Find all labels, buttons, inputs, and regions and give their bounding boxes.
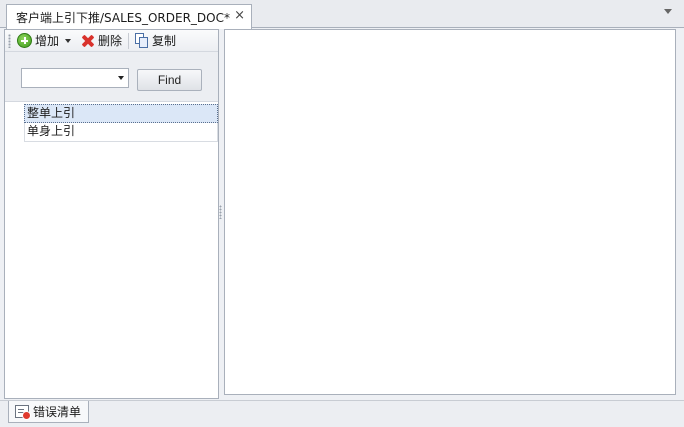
error-list-icon	[15, 405, 31, 420]
add-button[interactable]: 增加	[15, 31, 73, 51]
list-item[interactable]: 单身上引	[24, 123, 218, 142]
add-button-label: 增加	[35, 34, 60, 48]
search-area: Find	[5, 52, 218, 102]
copy-button[interactable]: 复制	[133, 31, 178, 51]
error-list-tab[interactable]: 错误清单	[8, 401, 89, 423]
toolbar: 增加 删除 复制	[5, 30, 218, 52]
copy-icon	[135, 33, 149, 48]
x-icon	[81, 34, 95, 48]
filter-combobox[interactable]	[21, 68, 129, 88]
delete-button[interactable]: 删除	[79, 31, 124, 51]
document-tab-strip: 客户端上引下推/SALES_ORDER_DOC* ×	[0, 0, 684, 29]
plus-circle-icon	[17, 33, 32, 48]
toolbar-separator	[128, 32, 130, 49]
copy-button-label: 复制	[152, 34, 177, 48]
chevron-down-icon[interactable]	[65, 38, 72, 43]
detail-panel	[224, 29, 676, 395]
splitter-handle[interactable]	[219, 205, 222, 219]
list-item[interactable]: 整单上引	[24, 104, 218, 123]
close-icon[interactable]: ×	[234, 8, 245, 23]
bottom-dock-bar: 错误清单	[0, 400, 684, 427]
delete-button-label: 删除	[98, 34, 123, 48]
document-tab-title: 客户端上引下推/SALES_ORDER_DOC*	[16, 10, 230, 25]
document-tab[interactable]: 客户端上引下推/SALES_ORDER_DOC* ×	[6, 4, 252, 29]
left-panel: 增加 删除 复制 Find 整单上引 单身上引	[4, 29, 219, 399]
tab-list-dropdown-icon[interactable]	[664, 9, 672, 14]
rule-list: 整单上引 单身上引	[24, 104, 218, 142]
toolbar-grip[interactable]	[8, 33, 11, 48]
error-list-tab-label: 错误清单	[33, 405, 82, 419]
chevron-down-icon[interactable]	[118, 76, 124, 80]
find-button[interactable]: Find	[137, 69, 202, 91]
